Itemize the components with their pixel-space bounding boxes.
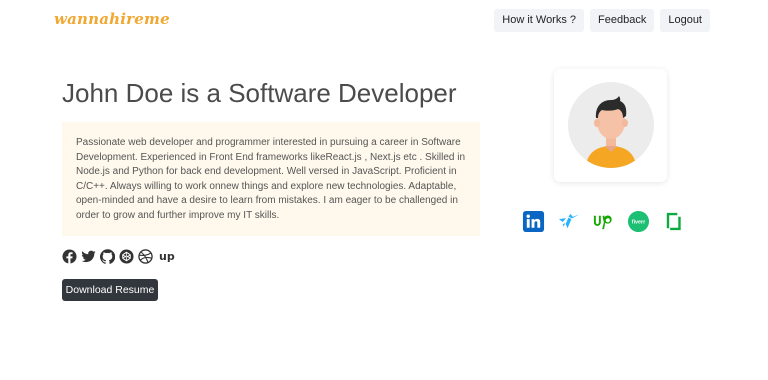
facebook-icon[interactable]: [62, 249, 77, 264]
linkedin-icon[interactable]: [522, 210, 545, 233]
logout-button[interactable]: Logout: [660, 9, 710, 32]
upwork-icon[interactable]: [592, 210, 615, 233]
avatar: [568, 82, 654, 168]
bio-text: Passionate web developer and programmer …: [62, 122, 480, 236]
page-title: John Doe is a Software Developer: [62, 78, 457, 108]
avatar-card: [554, 69, 667, 182]
glassdoor-icon[interactable]: [662, 210, 685, 233]
twitter-icon[interactable]: [81, 249, 96, 264]
social-links: up: [62, 249, 175, 264]
dribbble-icon[interactable]: [138, 249, 153, 264]
top-nav: How it Works ? Feedback Logout: [494, 9, 710, 32]
upwork-icon[interactable]: up: [159, 250, 175, 263]
brand-logo[interactable]: wannahireme: [54, 10, 170, 28]
download-resume-button[interactable]: Download Resume: [62, 279, 158, 301]
how-it-works-button[interactable]: How it Works ?: [494, 9, 585, 32]
feedback-button[interactable]: Feedback: [590, 9, 655, 32]
fiverr-label: fiverr: [632, 220, 645, 226]
fiverr-icon[interactable]: fiverr: [627, 210, 650, 233]
codepen-icon[interactable]: [119, 249, 134, 264]
github-icon[interactable]: [100, 249, 115, 264]
platform-links: fiverr: [522, 210, 685, 233]
freelancer-icon[interactable]: [557, 210, 580, 233]
